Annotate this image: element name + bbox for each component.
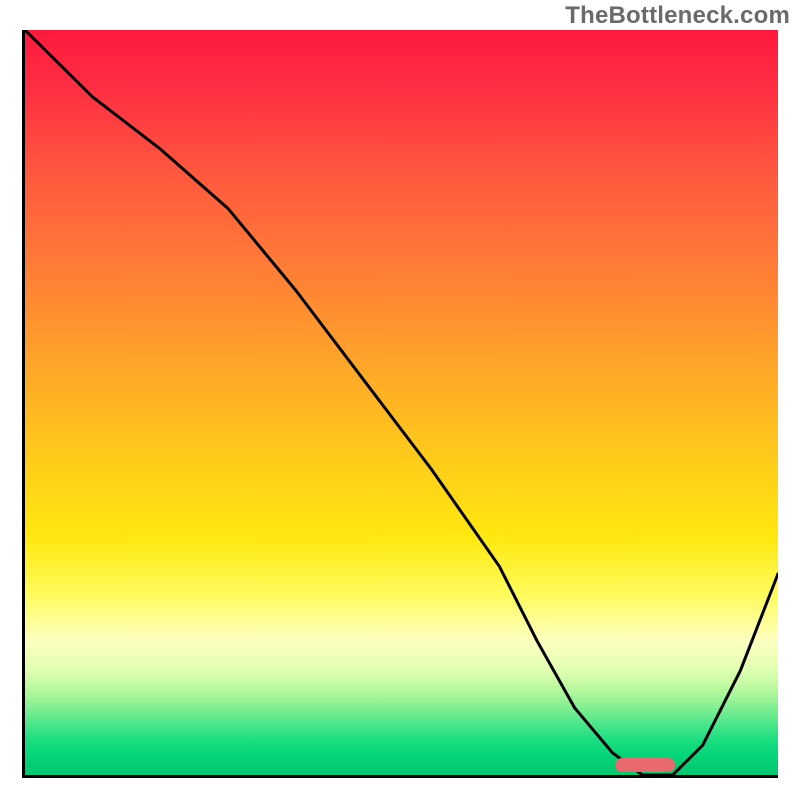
bottleneck-curve-path (25, 30, 778, 775)
chart-container: TheBottleneck.com (0, 0, 800, 800)
optimum-marker (615, 758, 675, 772)
bottleneck-curve-svg (25, 30, 778, 775)
watermark-text: TheBottleneck.com (565, 2, 790, 30)
plot-area (22, 30, 778, 778)
